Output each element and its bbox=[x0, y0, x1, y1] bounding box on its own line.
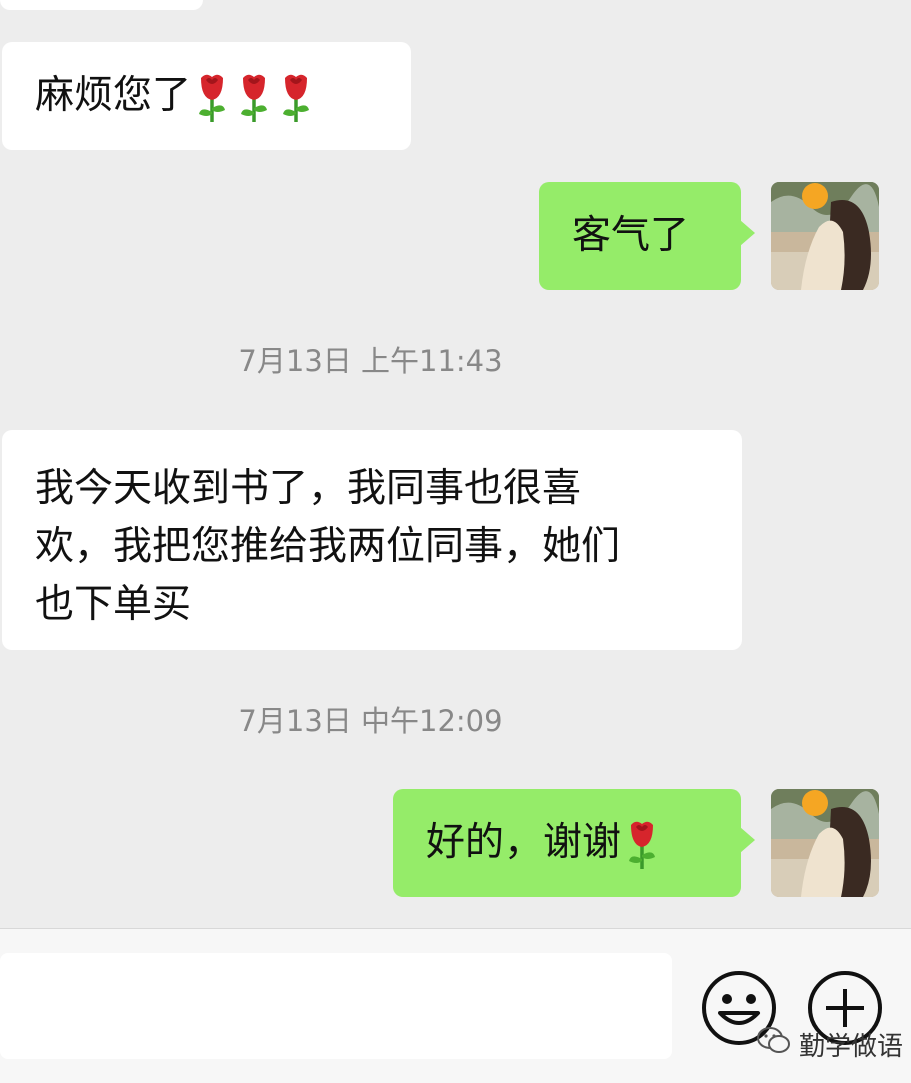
message-input[interactable] bbox=[0, 953, 672, 1059]
message-text-line: 我今天收到书了，我同事也很喜 bbox=[35, 466, 582, 511]
rose-emoji-icon bbox=[621, 815, 663, 871]
rose-emoji-icon bbox=[191, 68, 233, 124]
outgoing-message-bubble[interactable]: 好的，谢谢 bbox=[393, 789, 755, 897]
incoming-message-bubble[interactable]: 我今天收到书了，我同事也很喜 欢，我把您推给我两位同事，她们 也下单买 bbox=[2, 430, 742, 650]
message-text-line: 也下单买 bbox=[35, 582, 192, 627]
previous-message-bubble[interactable] bbox=[0, 0, 203, 10]
avatar[interactable] bbox=[771, 182, 879, 290]
message-timestamp: 7月13日 上午11:43 bbox=[238, 344, 503, 378]
avatar[interactable] bbox=[771, 789, 879, 897]
message-text: 麻烦您了 bbox=[35, 73, 192, 118]
message-text-line: 欢，我把您推给我两位同事，她们 bbox=[35, 524, 621, 569]
message-text: 客气了 bbox=[572, 213, 690, 258]
rose-emoji-icon bbox=[275, 68, 317, 124]
watermark: 勤学做语 bbox=[757, 1024, 903, 1064]
wechat-logo-icon bbox=[757, 1026, 791, 1062]
incoming-message-bubble[interactable]: 麻烦您了 bbox=[2, 42, 411, 150]
rose-emoji-icon bbox=[233, 68, 275, 124]
outgoing-message-bubble[interactable]: 客气了 bbox=[539, 182, 755, 290]
watermark-text: 勤学做语 bbox=[799, 1031, 904, 1062]
message-timestamp: 7月13日 中午12:09 bbox=[238, 704, 503, 738]
message-text: 好的，谢谢 bbox=[426, 820, 622, 865]
